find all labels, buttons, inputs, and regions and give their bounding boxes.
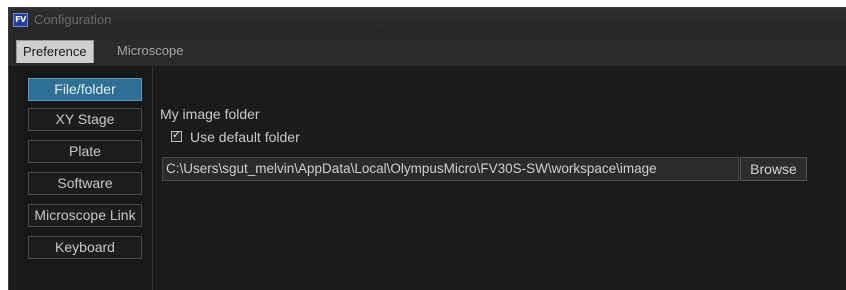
file-folder-pane: My image folder Use default folder C:\Us… (153, 66, 846, 290)
sidebar-item-keyboard[interactable]: Keyboard (28, 236, 142, 259)
use-default-folder-label[interactable]: Use default folder (190, 129, 300, 145)
sidebar-item-xy-stage[interactable]: XY Stage (28, 108, 142, 131)
settings-sidebar: File/folder XY Stage Plate Software Micr… (17, 66, 153, 290)
window-title: Configuration (34, 12, 112, 27)
image-folder-path-field[interactable]: C:\Users\sgut_melvin\AppData\Local\Olymp… (162, 157, 739, 181)
browse-button[interactable]: Browse (740, 157, 807, 181)
tab-preference[interactable]: Preference (16, 40, 94, 63)
use-default-folder-checkbox[interactable] (171, 128, 182, 142)
tab-content: File/folder XY Stage Plate Software Micr… (9, 66, 846, 290)
sidebar-item-software[interactable]: Software (28, 172, 142, 195)
title-bar[interactable]: FV Configuration (9, 8, 846, 33)
sidebar-item-plate[interactable]: Plate (28, 140, 142, 163)
tab-microscope[interactable]: Microscope (111, 40, 189, 61)
fv-logo-icon: FV (13, 13, 28, 27)
my-image-folder-label: My image folder (160, 106, 260, 122)
configuration-window: FV Configuration Preference Microscope F… (8, 7, 846, 290)
sidebar-item-microscope-link[interactable]: Microscope Link (28, 204, 142, 227)
sidebar-item-file-folder[interactable]: File/folder (28, 78, 142, 101)
tab-strip: Preference Microscope (9, 33, 846, 66)
